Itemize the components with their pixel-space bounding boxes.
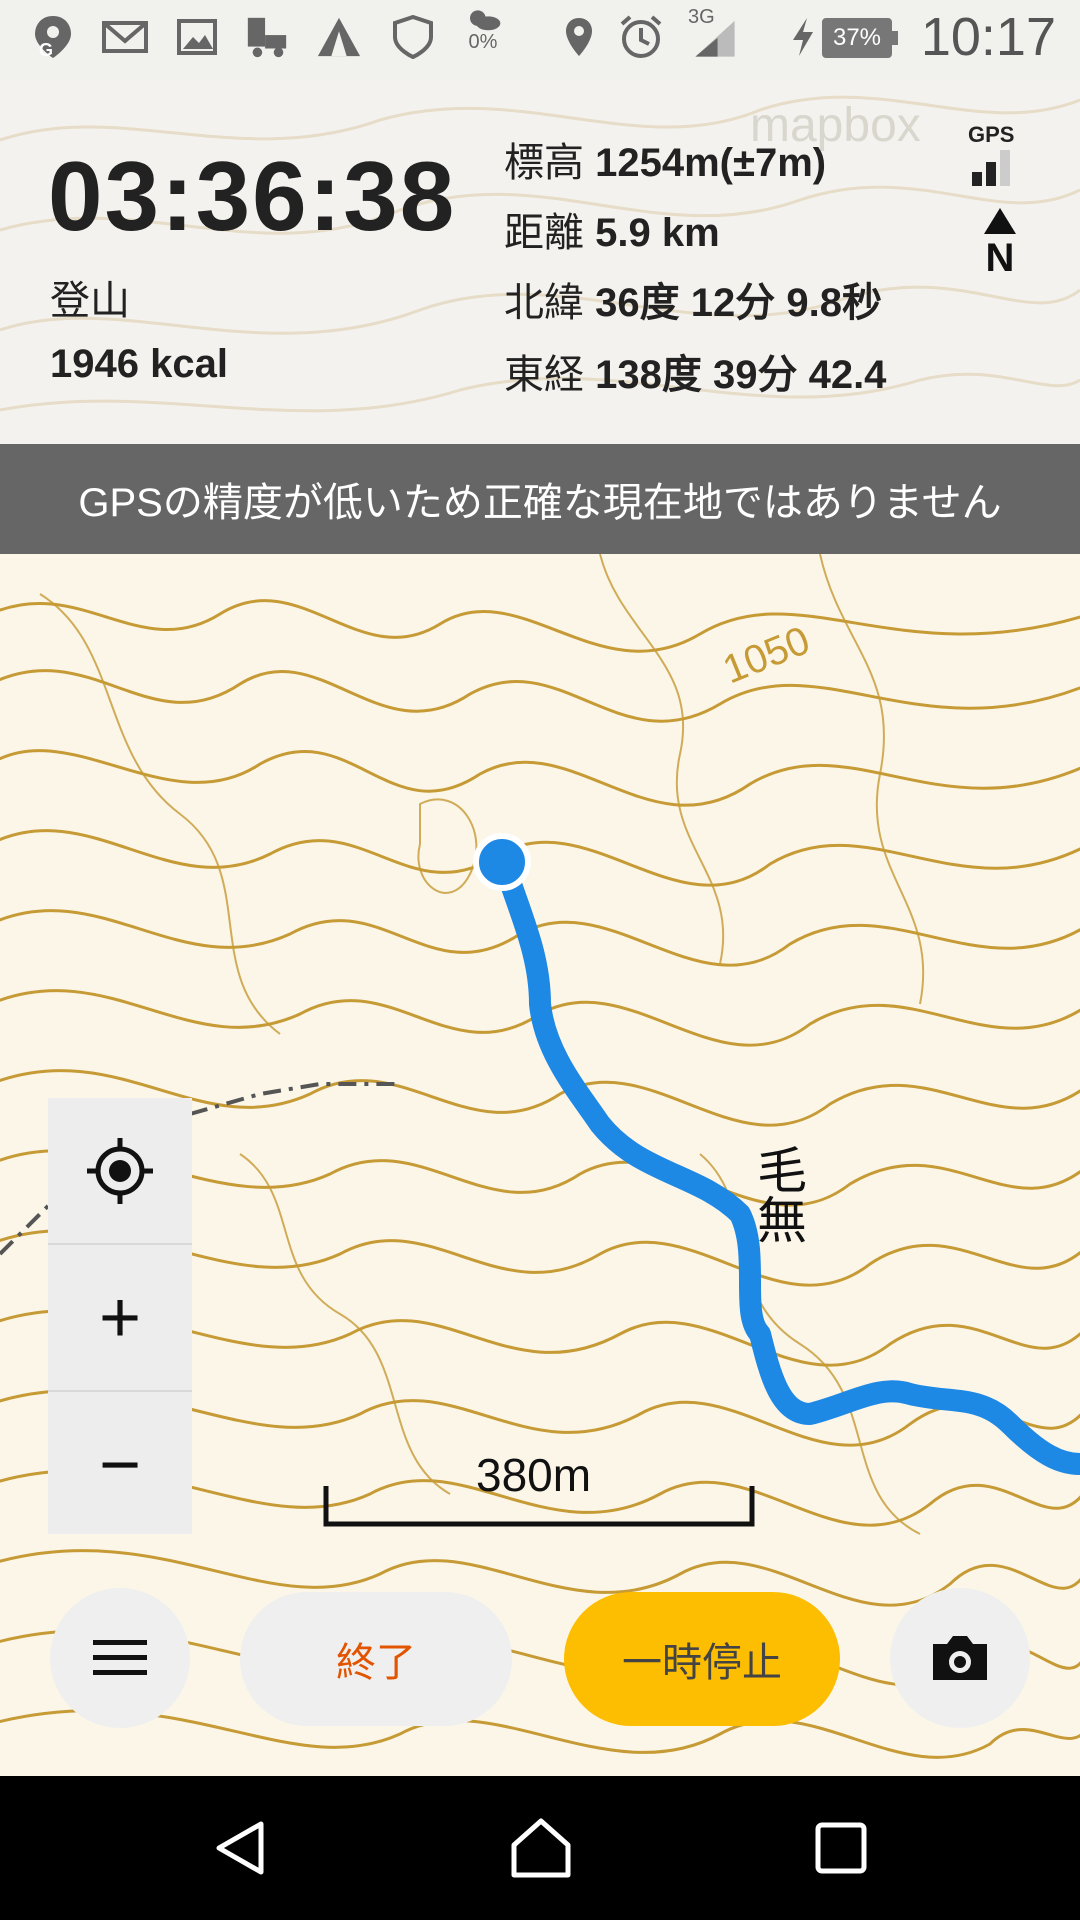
system-navigation-bar bbox=[0, 1776, 1080, 1920]
recents-button[interactable] bbox=[796, 1808, 886, 1888]
gps-signal-indicator: GPS bbox=[968, 122, 1028, 192]
distance-label: 距離 bbox=[504, 211, 584, 255]
zoom-out-button[interactable]: − bbox=[48, 1392, 192, 1537]
place-name: 毛無 bbox=[749, 1144, 807, 1244]
precipitation-text: 0% bbox=[468, 31, 498, 53]
elevation-label: 標高 bbox=[504, 141, 584, 185]
north-label: N bbox=[985, 236, 1015, 280]
zoom-in-button[interactable]: + bbox=[48, 1245, 192, 1392]
scale-label: 380m bbox=[476, 1449, 592, 1501]
elevation-row: 標高 1254m(±7m) bbox=[504, 130, 826, 188]
calories: 1946 kcal bbox=[50, 342, 228, 386]
current-location-marker[interactable] bbox=[473, 833, 531, 891]
latitude-value: 36度 12分 9.8秒 bbox=[595, 281, 882, 325]
locate-button[interactable] bbox=[48, 1098, 192, 1245]
back-triangle-icon bbox=[216, 1821, 264, 1875]
longitude-row: 東経 138度 39分 42.4 bbox=[504, 342, 886, 400]
distance-row: 距離 5.9 km bbox=[504, 200, 720, 258]
charging-icon bbox=[780, 14, 826, 60]
north-arrow-icon bbox=[984, 208, 1016, 234]
pause-button[interactable]: 一時停止 bbox=[564, 1592, 840, 1726]
battery-indicator: 37% bbox=[822, 18, 898, 58]
latitude-row: 北緯 36度 12分 9.8秒 bbox=[504, 270, 882, 328]
crosshair-icon bbox=[87, 1137, 153, 1204]
yahoo-mail-icon bbox=[102, 14, 148, 60]
home-button[interactable] bbox=[496, 1808, 586, 1888]
alarm-icon bbox=[618, 14, 664, 60]
building-truck-icon bbox=[244, 14, 290, 60]
elevation-value: 1254m(±7m) bbox=[595, 141, 827, 185]
status-bar: G 0% 3G 37% 10:17 bbox=[0, 0, 1080, 80]
tent-icon bbox=[316, 14, 362, 60]
map-pin-g-icon: G bbox=[30, 14, 76, 60]
compass-button[interactable]: N bbox=[978, 206, 1022, 280]
contour-label: 1050 bbox=[717, 618, 816, 692]
zoom-in-label: + bbox=[98, 1277, 142, 1358]
gps-accuracy-warning: GPSの精度が低いため正確な現在地ではありません bbox=[0, 444, 1080, 554]
gps-bars-icon bbox=[972, 150, 1010, 186]
recents-square-icon bbox=[815, 1822, 867, 1874]
pause-button-label: 一時停止 bbox=[622, 1641, 782, 1685]
clock: 10:17 bbox=[920, 7, 1056, 67]
menu-button[interactable] bbox=[50, 1588, 190, 1728]
end-button[interactable]: 終了 bbox=[240, 1592, 512, 1726]
weather-icon: 0% bbox=[460, 6, 506, 52]
elapsed-timer: 03:36:38 bbox=[48, 141, 457, 251]
image-icon bbox=[174, 14, 220, 60]
back-button[interactable] bbox=[196, 1808, 286, 1888]
latitude-label: 北緯 bbox=[504, 281, 584, 325]
activity-type: 登山 bbox=[50, 279, 130, 323]
svg-text:G: G bbox=[39, 40, 53, 60]
map-controls: + − bbox=[48, 1098, 192, 1534]
distance-value: 5.9 km bbox=[595, 211, 720, 255]
longitude-label: 東経 bbox=[504, 353, 584, 397]
home-icon bbox=[511, 1818, 571, 1878]
camera-button[interactable] bbox=[890, 1588, 1030, 1728]
end-button-label: 終了 bbox=[336, 1641, 416, 1685]
longitude-value: 138度 39分 42.4 bbox=[595, 353, 887, 397]
network-type: 3G bbox=[688, 6, 715, 28]
gps-label: GPS bbox=[968, 122, 1015, 147]
zoom-out-label: − bbox=[98, 1424, 142, 1505]
hamburger-menu-icon bbox=[93, 1640, 147, 1675]
camera-icon bbox=[933, 1636, 987, 1680]
stats-panel: mapbox 03:36:38 登山 1946 kcal 標高 1254m(±7… bbox=[0, 80, 1080, 444]
location-icon bbox=[556, 14, 602, 60]
shield-icon bbox=[390, 14, 436, 60]
